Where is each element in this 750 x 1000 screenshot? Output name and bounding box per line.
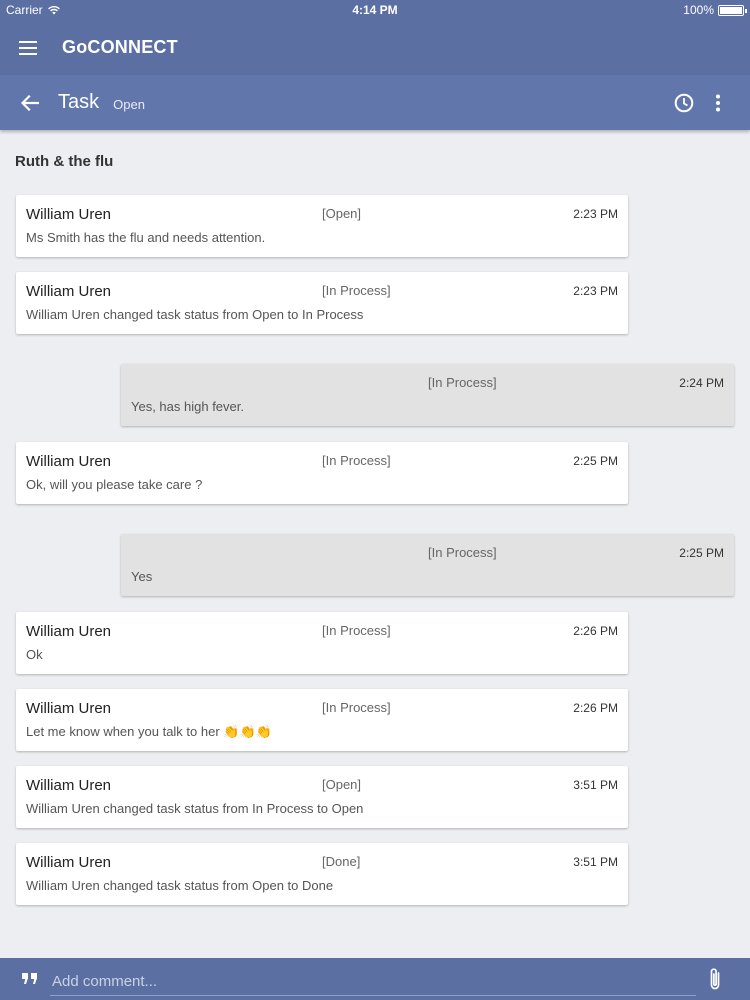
message-text: William Uren changed task status from Op… — [26, 307, 364, 322]
message-card[interactable]: William Uren [Open] 2:23 PM Ms Smith has… — [16, 195, 628, 257]
message-time: 2:23 PM — [573, 284, 618, 298]
message-time: 2:25 PM — [679, 546, 724, 560]
app-title: GoCONNECT — [62, 37, 178, 57]
message-card[interactable]: William Uren [In Process] 2:25 PM Ok, wi… — [16, 442, 628, 504]
message-time: 3:51 PM — [573, 855, 618, 869]
message-text: William Uren changed task status from In… — [26, 801, 364, 816]
message-author: William Uren — [26, 623, 112, 640]
task-header: Task Open — [0, 75, 750, 130]
status-bar: Carrier 4:14 PM 100% — [0, 0, 750, 20]
battery-icon — [718, 4, 747, 16]
message-author: William Uren — [26, 453, 112, 470]
message-status: [Done] — [322, 854, 361, 869]
message-status: [In Process] — [428, 545, 497, 560]
message-time: 3:51 PM — [573, 778, 618, 792]
own-message-card[interactable]: [In Process] 2:24 PM Yes, has high fever… — [121, 364, 734, 426]
message-thread: Ruth & the flu William Uren [Open] 2:23 … — [0, 130, 750, 958]
battery-indicator: 100% — [683, 3, 747, 17]
app-bar: GoCONNECT — [0, 20, 750, 75]
message-text: Let me know when you talk to her 👏👏👏 — [26, 724, 272, 739]
message-status: [In Process] — [322, 623, 391, 638]
message-card[interactable]: William Uren [In Process] 2:23 PM Willia… — [16, 272, 628, 334]
message-author: William Uren — [26, 777, 112, 794]
message-time: 2:26 PM — [573, 624, 618, 638]
clock-time: 4:14 PM — [352, 3, 398, 17]
message-text: Ok, will you please take care ? — [26, 477, 203, 492]
message-text: Ms Smith has the flu and needs attention… — [26, 230, 266, 245]
page-title: Task — [58, 91, 100, 113]
message-author: William Uren — [26, 206, 112, 223]
message-status: [Open] — [322, 777, 362, 792]
message-status: [Open] — [322, 206, 362, 221]
message-card[interactable]: William Uren [In Process] 2:26 PM Let me… — [16, 689, 628, 751]
message-card[interactable]: William Uren [Open] 3:51 PM William Uren… — [16, 766, 628, 828]
quote-icon — [22, 972, 38, 990]
message-card[interactable]: William Uren [In Process] 2:26 PM Ok — [16, 612, 628, 674]
message-card[interactable]: William Uren [Done] 3:51 PM William Uren… — [16, 843, 628, 905]
task-status-label: Open — [113, 97, 145, 112]
paperclip-icon[interactable] — [708, 966, 722, 997]
message-text: William Uren changed task status from Op… — [26, 878, 334, 893]
message-author: William Uren — [26, 700, 112, 717]
clock-icon[interactable] — [667, 75, 701, 130]
thread-title: Ruth & the flu — [15, 153, 114, 170]
comment-bar — [0, 958, 750, 1000]
message-author: William Uren — [26, 283, 112, 300]
hamburger-menu-icon[interactable] — [0, 20, 56, 75]
more-vertical-icon[interactable] — [701, 75, 735, 130]
message-status: [In Process] — [322, 283, 391, 298]
message-time: 2:26 PM — [573, 701, 618, 715]
message-time: 2:24 PM — [679, 376, 724, 390]
message-author: William Uren — [26, 854, 112, 871]
own-message-card[interactable]: [In Process] 2:25 PM Yes — [121, 534, 734, 596]
task-actions — [667, 75, 750, 130]
arrow-back-icon[interactable] — [0, 75, 60, 130]
message-text: Yes, has high fever. — [131, 399, 244, 414]
message-text: Yes — [131, 569, 153, 584]
message-status: [In Process] — [322, 453, 391, 468]
message-status: [In Process] — [322, 700, 391, 715]
comment-input[interactable] — [50, 968, 696, 996]
message-status: [In Process] — [428, 375, 497, 390]
message-time: 2:23 PM — [573, 207, 618, 221]
message-text: Ok — [26, 647, 43, 662]
message-time: 2:25 PM — [573, 454, 618, 468]
battery-percent: 100% — [683, 3, 714, 17]
